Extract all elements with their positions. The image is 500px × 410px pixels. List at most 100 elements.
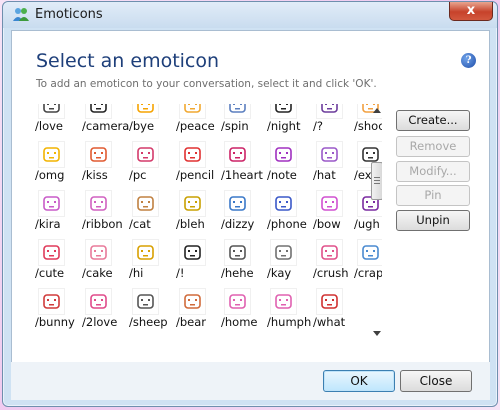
emoticon-image-icon[interactable] (270, 190, 297, 217)
grip-line (374, 177, 380, 178)
emoticon-image-icon[interactable] (85, 190, 112, 217)
emoticon-image-icon[interactable] (132, 141, 159, 168)
emoticon-image-icon[interactable] (179, 288, 206, 315)
dialog-instructions: To add an emoticon to your conversation,… (36, 78, 377, 90)
window-close-button[interactable]: x (449, 2, 493, 21)
emoticon-image-icon[interactable] (316, 239, 343, 266)
emoticon-label: /cute (35, 266, 65, 280)
emoticon-image-icon[interactable] (316, 288, 343, 315)
emoticon-image-icon[interactable] (38, 190, 65, 217)
emoticon-label: /bleh (176, 217, 205, 231)
emoticon-label: /bye (129, 119, 155, 133)
emoticon-label: /bow (313, 217, 341, 231)
emoticon-label: /dizzy (221, 217, 255, 231)
emoticon-label: /pencil (176, 168, 215, 182)
emoticon-image-icon[interactable] (38, 141, 65, 168)
emoticons-window: Emoticons x Select an emoticon To add an… (2, 1, 498, 407)
emoticon-label: /camera (82, 119, 130, 133)
pin-button[interactable]: Pin (396, 185, 470, 206)
emoticon-image-icon[interactable] (85, 104, 112, 119)
create-button[interactable]: Create... (396, 110, 470, 131)
emoticon-label: /ribbon (82, 217, 123, 231)
emoticon-label: /humph (267, 315, 312, 329)
scroll-down-arrow-icon[interactable] (373, 331, 381, 336)
grip-line (374, 183, 380, 184)
dialog-body: Select an emoticon To add an emoticon to… (11, 30, 490, 363)
modify-button[interactable]: Modify... (396, 161, 470, 182)
emoticon-image-icon[interactable] (38, 239, 65, 266)
emoticon-image-icon[interactable] (179, 239, 206, 266)
emoticon-image-icon[interactable] (224, 104, 251, 119)
emoticon-image-icon[interactable] (132, 190, 159, 217)
emoticon-label: /note (267, 168, 297, 182)
emoticon-row: /cute/cake/hi/!/hehe/kay/crush/crap (35, 239, 382, 288)
emoticon-label: /spin (221, 119, 249, 133)
emoticon-label: /! (176, 266, 185, 280)
emoticon-label: /cake (82, 266, 113, 280)
help-icon[interactable]: ? (461, 53, 476, 68)
emoticon-label: /2love (82, 315, 118, 329)
emoticon-image-icon[interactable] (316, 104, 343, 119)
emoticon-label: /bunny (35, 315, 75, 329)
emoticon-image-icon[interactable] (179, 141, 206, 168)
title-bar: Emoticons x (3, 2, 497, 28)
emoticon-label: /hi (129, 266, 144, 280)
emoticon-label: /hat (313, 168, 336, 182)
emoticon-image-icon[interactable] (224, 190, 251, 217)
emoticon-label: /omg (35, 168, 65, 182)
emoticon-image-icon[interactable] (38, 288, 65, 315)
emoticon-image-icon[interactable] (38, 104, 65, 119)
emoticon-image-icon[interactable] (270, 104, 297, 119)
emoticon-image-icon[interactable] (270, 141, 297, 168)
emoticon-list-scrollbar[interactable] (371, 104, 382, 340)
emoticon-label: /phone (267, 217, 307, 231)
emoticon-image-icon[interactable] (132, 288, 159, 315)
emoticon-label: /love (35, 119, 63, 133)
emoticon-row: /love/camera/bye/peace/spin/night/?/shoc… (35, 104, 382, 141)
emoticon-image-icon[interactable] (85, 239, 112, 266)
close-button[interactable]: Close (400, 370, 472, 392)
emoticon-label: /what (313, 315, 346, 329)
emoticon-list[interactable]: /love/camera/bye/peace/spin/night/?/shoc… (35, 104, 382, 340)
ok-button[interactable]: OK (323, 370, 395, 392)
emoticon-grid: /love/camera/bye/peace/spin/night/?/shoc… (35, 104, 382, 337)
emoticon-label: /1heart (221, 168, 263, 182)
emoticon-label: /pc (129, 168, 147, 182)
emoticon-image-icon[interactable] (224, 141, 251, 168)
emoticon-row: /kira/ribbon/cat/bleh/dizzy/phone/bow/ug… (35, 190, 382, 239)
dialog-footer: OK Close (11, 362, 490, 400)
scroll-up-arrow-icon[interactable] (373, 108, 381, 113)
emoticon-label: /sheep (129, 315, 168, 329)
emoticon-image-icon[interactable] (270, 239, 297, 266)
emoticon-image-icon[interactable] (132, 239, 159, 266)
emoticon-image-icon[interactable] (179, 104, 206, 119)
remove-button[interactable]: Remove (396, 136, 470, 157)
emoticon-label: /bear (176, 315, 207, 329)
dialog-heading: Select an emoticon (36, 50, 220, 72)
grip-line (374, 180, 380, 181)
emoticon-image-icon[interactable] (224, 239, 251, 266)
emoticon-image-icon[interactable] (316, 141, 343, 168)
unpin-button[interactable]: Unpin (396, 210, 470, 231)
window-title: Emoticons (35, 7, 103, 22)
emoticon-label: /night (267, 119, 301, 133)
emoticon-row: /omg/kiss/pc/pencil/1heart/note/hat/exci… (35, 141, 382, 190)
emoticon-image-icon[interactable] (270, 288, 297, 315)
emoticon-label: /kay (267, 266, 292, 280)
emoticon-label: /? (313, 119, 323, 133)
emoticon-image-icon[interactable] (179, 190, 206, 217)
emoticon-label: /crush (313, 266, 349, 280)
people-icon (13, 8, 29, 21)
emoticon-image-icon[interactable] (224, 288, 251, 315)
emoticon-label: /peace (176, 119, 215, 133)
emoticon-row: /bunny/2love/sheep/bear/home/humph/what (35, 288, 370, 337)
emoticon-label: /hehe (221, 266, 254, 280)
scrollbar-thumb[interactable] (371, 162, 382, 200)
emoticon-image-icon[interactable] (85, 288, 112, 315)
emoticon-image-icon[interactable] (85, 141, 112, 168)
emoticon-label: /home (221, 315, 258, 329)
emoticon-image-icon[interactable] (316, 190, 343, 217)
emoticon-label: /cat (129, 217, 151, 231)
emoticon-label: /kiss (82, 168, 108, 182)
emoticon-image-icon[interactable] (132, 104, 159, 119)
